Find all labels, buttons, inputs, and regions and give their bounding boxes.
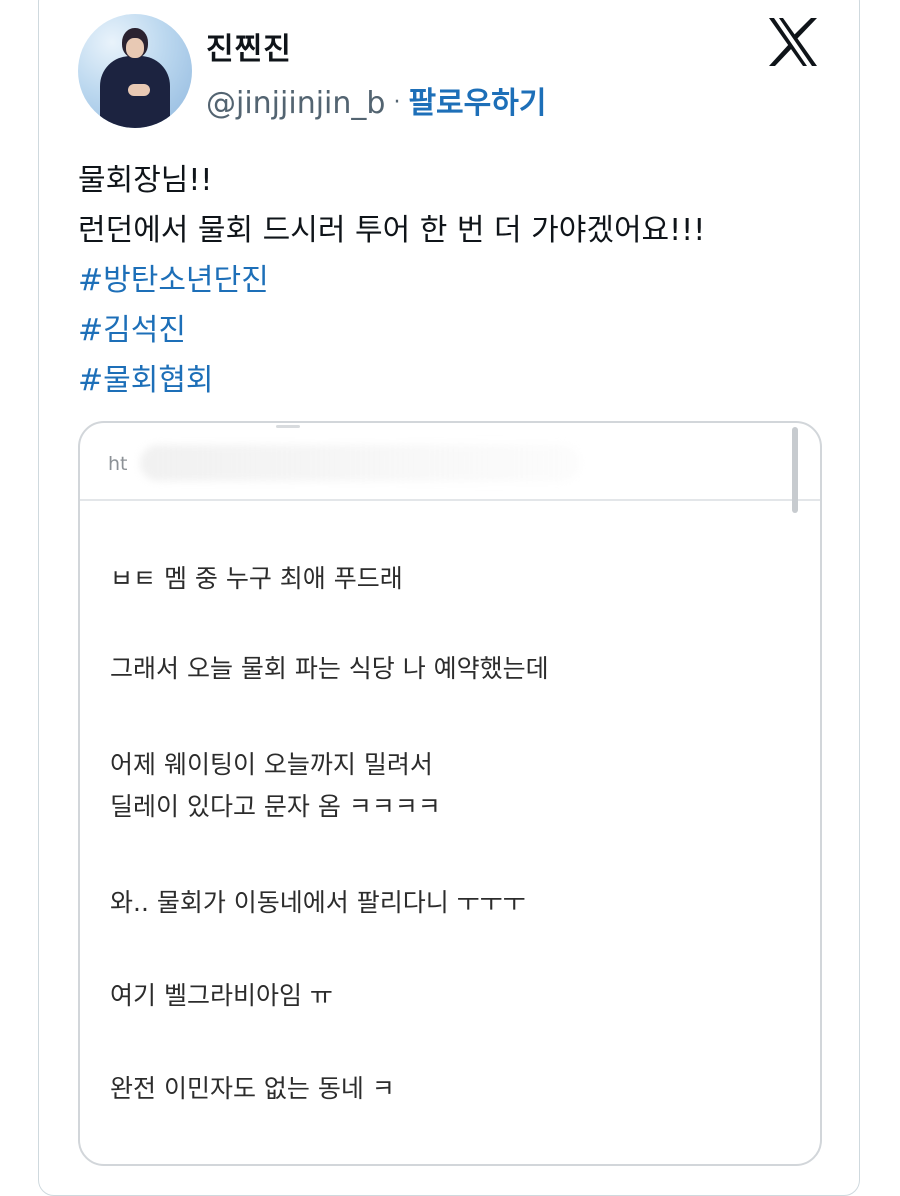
avatar[interactable] — [78, 14, 192, 128]
redacted-url-blur — [140, 445, 580, 481]
hashtag-link[interactable]: #물회협회 — [78, 356, 705, 406]
user-handle[interactable]: @jinjjinjin_b — [206, 86, 385, 121]
display-name[interactable]: 진찐진 — [206, 24, 292, 68]
tweet-line: 물회장님!! — [78, 163, 213, 198]
post-line: 딜레이 있다고 문자 옴 ㅋㅋㅋㅋ — [110, 792, 441, 821]
separator-dot: · — [393, 90, 401, 115]
scrollbar[interactable] — [792, 427, 798, 513]
hashtag-link[interactable]: #방탄소년단진 — [78, 256, 705, 306]
tweet-text: 물회장님!! 런던에서 물회 드시러 투어 한 번 더 가야겠어요!!! #방탄… — [78, 156, 705, 406]
follow-button[interactable]: 팔로우하기 — [408, 86, 546, 121]
x-logo-icon[interactable] — [766, 16, 820, 68]
hashtag-link[interactable]: #김석진 — [78, 306, 705, 356]
avatar-figure-face — [126, 38, 144, 58]
post-line: 그래서 오늘 물회 파는 식당 나 예약했는데 — [110, 654, 549, 683]
url-text: ht — [108, 453, 128, 475]
post-line: 와.. 물회가 이동네에서 팔리다니 ㅜㅜㅜ — [110, 888, 526, 917]
url-bar: ht — [80, 423, 820, 501]
tab-indicator — [276, 425, 300, 428]
post-line: ㅂㅌ 멤 중 누구 최애 푸드래 — [110, 564, 403, 593]
embedded-screenshot[interactable]: ht ㅂㅌ 멤 중 누구 최애 푸드래 그래서 오늘 물회 파는 식당 나 예약… — [78, 421, 822, 1166]
avatar-figure-hand — [128, 84, 150, 96]
post-line: 여기 벨그라비아임 ㅠ — [110, 981, 333, 1010]
post-line: 어제 웨이팅이 오늘까지 밀려서 — [110, 750, 433, 779]
post-line: 완전 이민자도 없는 동네 ㅋ — [110, 1074, 395, 1103]
tweet-line: 런던에서 물회 드시러 투어 한 번 더 가야겠어요!!! — [78, 213, 706, 248]
handle-row: @jinjjinjin_b · 팔로우하기 — [206, 78, 546, 122]
